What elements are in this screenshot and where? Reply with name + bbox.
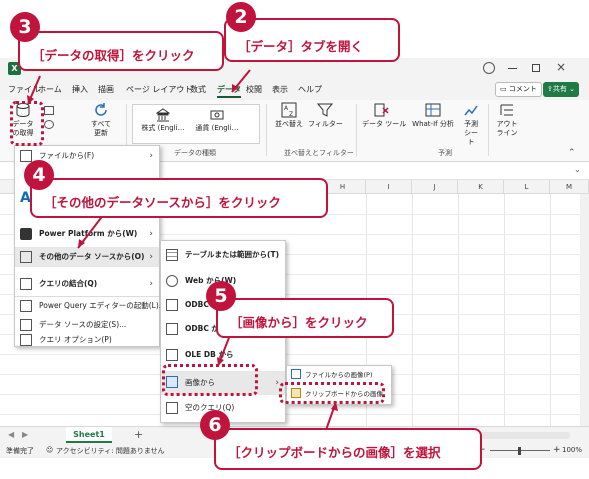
callout-click-other-sources: ［その他のデータソースから］をクリック [30, 178, 328, 218]
step-badge-5: 5 [206, 281, 236, 311]
callout-click-from-image: ［画像から］をクリック [216, 298, 394, 338]
callout-arrows [27, 69, 338, 431]
step-badge-4: 4 [24, 160, 54, 190]
callout-text-6: ［クリップボードからの画像］を選択 [228, 444, 441, 460]
step-badge-2: 2 [226, 2, 256, 32]
step-badge-6: 6 [200, 410, 230, 440]
callout-click-get-data: ［データの取得］をクリック [18, 31, 224, 71]
callout-text-3: ［データの取得］をクリック [32, 47, 195, 63]
callout-text-2: ［データ］タブを開く [238, 38, 364, 54]
step-badge-3: 3 [10, 12, 40, 42]
callout-text-5: ［画像から］をクリック [230, 314, 368, 330]
callout-text-4: ［その他のデータソースから］をクリック [44, 194, 281, 210]
callout-select-clipboard-image: ［クリップボードからの画像］を選択 [214, 428, 482, 470]
